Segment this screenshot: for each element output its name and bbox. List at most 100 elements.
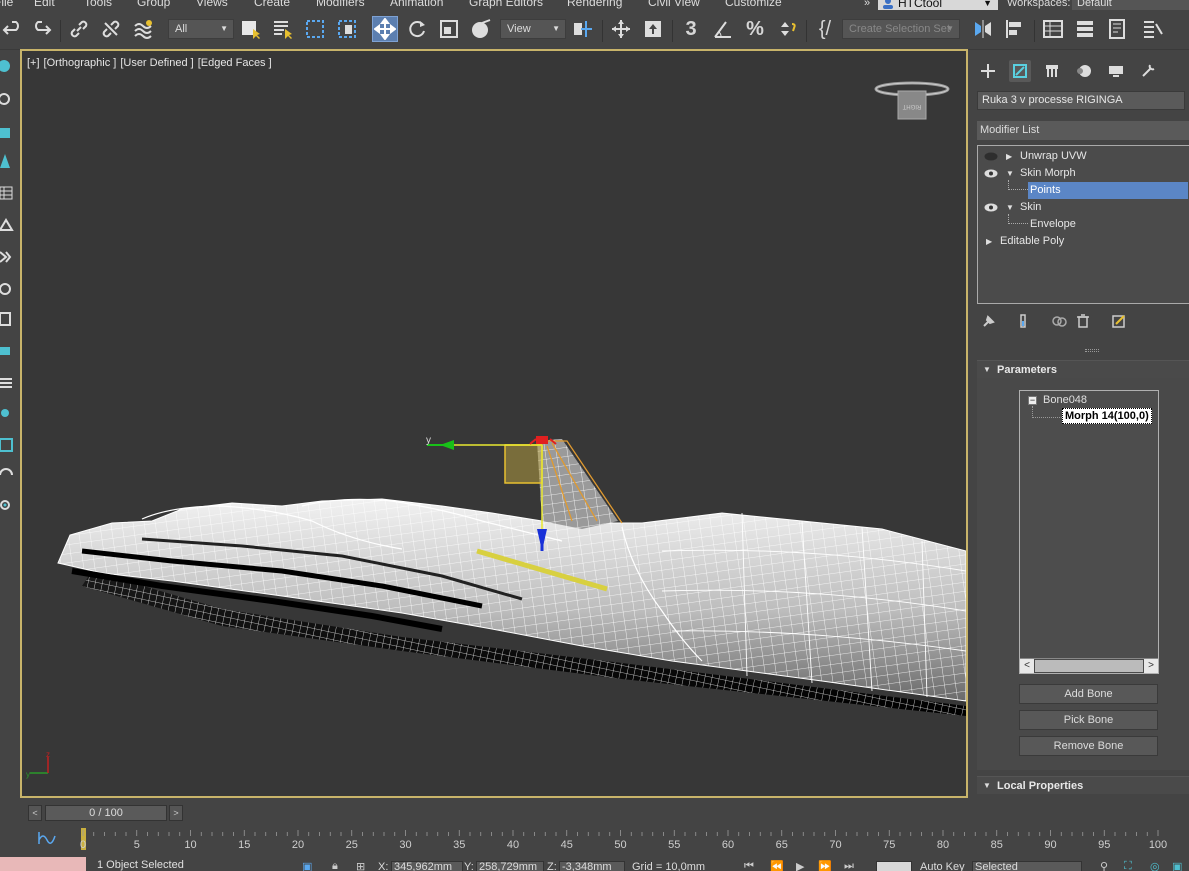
zoom-extents-icon[interactable]: ⛶ <box>1124 860 1138 871</box>
play-icon[interactable]: ▶ <box>796 860 810 871</box>
selection-filter-dropdown[interactable]: All ▼ <box>168 19 234 39</box>
maximize-viewport-icon[interactable]: ▣ <box>1172 860 1186 871</box>
menu-group[interactable]: Group <box>137 0 170 9</box>
chevron-left-icon[interactable]: < <box>1020 659 1034 673</box>
spacewarp-icon[interactable] <box>0 250 14 264</box>
menu-views[interactable]: Views <box>196 0 228 9</box>
selection-lock-icon[interactable]: 🔒︎ <box>332 860 346 871</box>
lights-icon[interactable] <box>0 124 14 138</box>
tab-create[interactable] <box>977 60 999 82</box>
previous-frame-icon[interactable]: ⏪ <box>770 860 784 871</box>
scroll-thumb[interactable] <box>1035 660 1143 672</box>
scene-explorer-button[interactable] <box>1040 16 1066 42</box>
align-button[interactable] <box>1002 16 1028 42</box>
hand-mesh-render[interactable]: y z z y <box>22 51 966 796</box>
set-key-button[interactable] <box>876 861 912 871</box>
select-object-button[interactable] <box>238 16 264 42</box>
sun-icon[interactable] <box>0 406 14 420</box>
tree-collapse-icon[interactable]: − <box>1028 396 1037 405</box>
eye-off-icon[interactable] <box>984 152 998 161</box>
menu-rendering[interactable]: Rendering <box>567 0 622 9</box>
z-coordinate-field[interactable]: -3,348mm <box>559 861 625 871</box>
search-icon[interactable]: ⚲ <box>1100 860 1114 871</box>
curve-editor-button[interactable] <box>1140 16 1166 42</box>
absolute-mode-icon[interactable]: ⊞ <box>356 860 370 871</box>
go-to-end-icon[interactable]: ⏭ <box>844 860 858 871</box>
layer-explorer-button[interactable] <box>1072 16 1098 42</box>
bind-space-warp-button[interactable] <box>130 16 156 42</box>
menu-file[interactable]: File <box>0 0 13 9</box>
next-frame-icon[interactable]: ⏩ <box>818 860 832 871</box>
spinner-snap-button[interactable] <box>774 16 800 42</box>
tab-motion[interactable] <box>1073 60 1095 82</box>
eye-icon[interactable] <box>984 169 998 178</box>
modifier-stack[interactable]: ▶ Unwrap UVW ▼ Skin Morph Points ▼ Skin … <box>977 145 1189 304</box>
circle-tool-icon[interactable] <box>0 282 14 296</box>
layer-icon[interactable] <box>0 312 14 326</box>
reference-coordinate-dropdown[interactable]: View ▼ <box>500 19 566 39</box>
helper-icon[interactable] <box>0 218 14 232</box>
rectangular-selection-button[interactable] <box>302 16 328 42</box>
menu-civil-view[interactable]: Civil View <box>648 0 700 9</box>
tree-horizontal-scrollbar[interactable]: < > <box>1020 658 1158 673</box>
tab-hierarchy[interactable] <box>1041 60 1063 82</box>
angle-snap-button[interactable] <box>710 16 736 42</box>
viewport-orthographic[interactable]: [+] [Orthographic ] [User Defined ] [Edged … <box>20 49 968 798</box>
pick-bone-button[interactable]: Pick Bone <box>1019 710 1158 730</box>
modifier-list-dropdown[interactable]: Modifier List <box>977 121 1189 140</box>
chevron-right-icon[interactable]: > <box>1144 659 1158 673</box>
auto-key-toggle[interactable]: Auto Key <box>920 861 965 871</box>
orbit-icon[interactable]: ◎ <box>1150 860 1164 871</box>
tree-node-morph[interactable]: Morph 14(100,0) <box>1062 408 1152 424</box>
keyboard-shortcut-override-button[interactable] <box>640 16 666 42</box>
isolate-selection-icon[interactable]: ▣ <box>302 860 316 871</box>
shapes-icon[interactable] <box>0 92 14 106</box>
time-slider-prev-button[interactable]: < <box>28 805 42 821</box>
remove-bone-button[interactable]: Remove Bone <box>1019 736 1158 756</box>
create-icon[interactable] <box>0 60 14 74</box>
x-coordinate-field[interactable]: 345,962mm <box>391 861 463 871</box>
menu-create[interactable]: Create <box>254 0 290 9</box>
object-name-field[interactable]: Ruka 3 v processe RIGINGA <box>977 91 1185 110</box>
configure-modifier-sets-icon[interactable] <box>1111 313 1127 329</box>
select-manipulate-button[interactable] <box>608 16 634 42</box>
viewcube[interactable]: RIGHT <box>872 79 952 129</box>
snaps-toggle-button[interactable]: 3 <box>678 16 704 42</box>
undo-button[interactable] <box>0 16 26 42</box>
expand-icon[interactable]: ▶ <box>986 233 992 250</box>
show-end-result-icon[interactable] <box>1015 313 1031 329</box>
menu-modifiers[interactable]: Modifiers <box>316 0 365 9</box>
settings-icon[interactable] <box>0 498 14 512</box>
pivot-icon[interactable] <box>0 344 14 358</box>
stack-item-editable-poly[interactable]: ▶ Editable Poly <box>978 233 1189 250</box>
select-and-rotate-button[interactable] <box>404 16 430 42</box>
menu-customize[interactable]: Customize <box>725 0 782 9</box>
link-button[interactable] <box>66 16 92 42</box>
local-properties-rollout-header[interactable]: ▼ Local Properties <box>977 776 1189 794</box>
expand-icon[interactable]: ▶ <box>1006 148 1012 165</box>
grid-icon[interactable] <box>0 186 14 200</box>
stack-item-unwrap-uvw[interactable]: ▶ Unwrap UVW <box>978 148 1189 165</box>
menu-tools[interactable]: Tools <box>84 0 112 9</box>
trees-icon[interactable] <box>0 154 14 168</box>
add-bone-button[interactable]: Add Bone <box>1019 684 1158 704</box>
use-pivot-center-button[interactable] <box>570 16 596 42</box>
list-icon[interactable] <box>0 376 14 390</box>
edit-named-selection-button[interactable]: {/ <box>812 16 838 42</box>
window-crossing-button[interactable] <box>334 16 360 42</box>
make-unique-icon[interactable] <box>1051 313 1067 329</box>
named-selection-set-dropdown[interactable]: Create Selection Set ▼ <box>842 19 960 39</box>
select-and-scale-button[interactable] <box>436 16 462 42</box>
time-slider-thumb[interactable]: 0 / 100 <box>45 805 167 821</box>
tab-modify[interactable] <box>1009 60 1031 82</box>
y-coordinate-field[interactable]: 258,729mm <box>476 861 544 871</box>
tab-display[interactable] <box>1105 60 1127 82</box>
key-mode-dropdown[interactable]: Selected <box>972 861 1082 871</box>
eye-icon[interactable] <box>984 203 998 212</box>
menu-overflow-chevron[interactable]: » <box>864 0 870 9</box>
stack-subobject-points[interactable]: Points <box>978 182 1189 199</box>
track-icon[interactable] <box>0 468 14 482</box>
tab-utilities[interactable] <box>1137 60 1159 82</box>
redo-button[interactable] <box>28 16 54 42</box>
menu-edit[interactable]: Edit <box>34 0 55 9</box>
